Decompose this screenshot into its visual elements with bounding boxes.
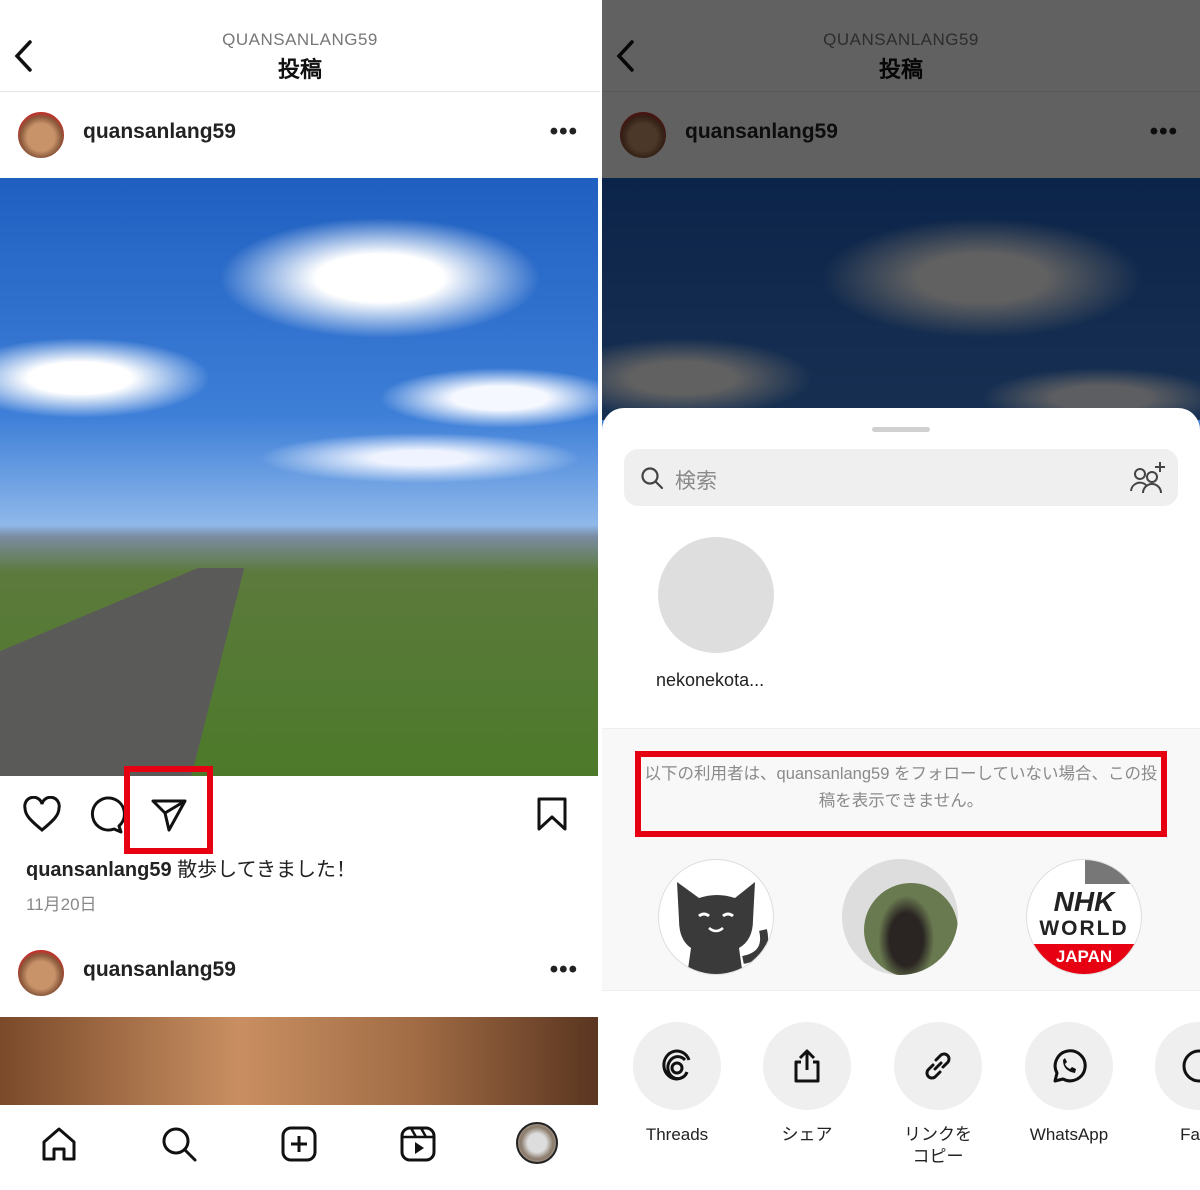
- post-header: quansanlang59 •••: [0, 92, 600, 178]
- horse-avatar[interactable]: [842, 859, 958, 975]
- share-label: リンクを コピー: [904, 1125, 972, 1166]
- cat-icon: [677, 882, 768, 974]
- create-icon[interactable]: [280, 1125, 318, 1163]
- nhk-logo-world: WORLD: [1039, 917, 1129, 940]
- restricted-notice: 以下の利用者は、quansanlang59 をフォローしていない場合、この投稿を…: [602, 728, 1200, 991]
- add-people-icon[interactable]: [1128, 459, 1168, 497]
- page-title: 投稿: [277, 57, 322, 82]
- next-post-header: quansanlang59 •••: [0, 930, 600, 1016]
- bookmark-icon[interactable]: [536, 796, 568, 832]
- avatar[interactable]: [16, 948, 66, 998]
- caption-text: 散歩してきました！: [177, 859, 356, 881]
- contact-name[interactable]: nekonekota...: [656, 670, 764, 691]
- heart-icon[interactable]: [22, 796, 62, 834]
- bottom-nav: [0, 1105, 600, 1190]
- caption: quansanlang59 散歩してきました！: [26, 853, 356, 882]
- share-facebook-button[interactable]: Face: [1154, 1022, 1200, 1146]
- notice-highlight-box: [635, 751, 1167, 837]
- share-system-button[interactable]: シェア: [762, 1022, 852, 1146]
- whatsapp-icon: [1053, 1049, 1087, 1083]
- nhk-world-japan-avatar[interactable]: NHK WORLD JAPAN: [1026, 859, 1142, 975]
- cat-avatar[interactable]: [658, 859, 774, 975]
- nhk-logo-corner: [1085, 860, 1141, 884]
- post-photo[interactable]: [0, 178, 598, 776]
- contact-avatar[interactable]: [658, 537, 774, 653]
- share-threads-button[interactable]: Threads: [632, 1022, 722, 1146]
- search-icon[interactable]: [160, 1125, 198, 1163]
- avatar[interactable]: [16, 110, 66, 160]
- nhk-logo-text: NHK: [1053, 886, 1115, 917]
- road-shape: [0, 568, 245, 776]
- post-date: 11月20日: [26, 895, 97, 914]
- threads-icon: [662, 1049, 691, 1081]
- share-sheet: 検索 nekonekota... 以下の利用者は、quansanlang59 を…: [602, 408, 1200, 1190]
- search-input[interactable]: 検索: [624, 449, 1178, 506]
- caption-username[interactable]: quansanlang59: [26, 859, 172, 881]
- share-label: シェア: [781, 1125, 833, 1144]
- dim-overlay[interactable]: [602, 0, 1200, 420]
- copy-link-button[interactable]: リンクを コピー: [893, 1022, 983, 1168]
- post-screen: QUANSANLANG59 投稿 quansanlang59 ••• quans…: [0, 0, 600, 1190]
- profile-avatar[interactable]: [516, 1122, 558, 1164]
- share-whatsapp-button[interactable]: WhatsApp: [1024, 1022, 1114, 1146]
- share-label: WhatsApp: [1029, 1125, 1109, 1144]
- share-screen: QUANSANLANG59 投稿 quansanlang59 ••• 検索 ne…: [602, 0, 1200, 1190]
- action-bar: [0, 766, 600, 856]
- account-name: QUANSANLANG59: [222, 30, 378, 49]
- send-highlight-box: [124, 766, 213, 854]
- search-icon: [641, 467, 664, 490]
- share-label: Threads: [645, 1125, 709, 1144]
- more-icon[interactable]: •••: [550, 956, 578, 984]
- share-icon: [794, 1049, 820, 1083]
- drag-handle[interactable]: [872, 427, 930, 432]
- more-icon[interactable]: •••: [550, 118, 578, 146]
- header: QUANSANLANG59 投稿: [0, 0, 600, 92]
- search-placeholder: 検索: [675, 470, 717, 493]
- share-label: Face: [1180, 1125, 1200, 1144]
- horse-photo: [864, 883, 958, 975]
- nhk-logo-japan: JAPAN: [1027, 944, 1141, 974]
- username[interactable]: quansanlang59: [83, 958, 236, 982]
- home-icon[interactable]: [40, 1125, 78, 1163]
- username[interactable]: quansanlang59: [83, 120, 236, 144]
- facebook-icon: [1182, 1049, 1200, 1083]
- reels-icon[interactable]: [399, 1125, 437, 1163]
- next-post-photo[interactable]: [0, 1017, 598, 1105]
- link-icon: [925, 1052, 951, 1080]
- comment-icon[interactable]: [86, 796, 124, 834]
